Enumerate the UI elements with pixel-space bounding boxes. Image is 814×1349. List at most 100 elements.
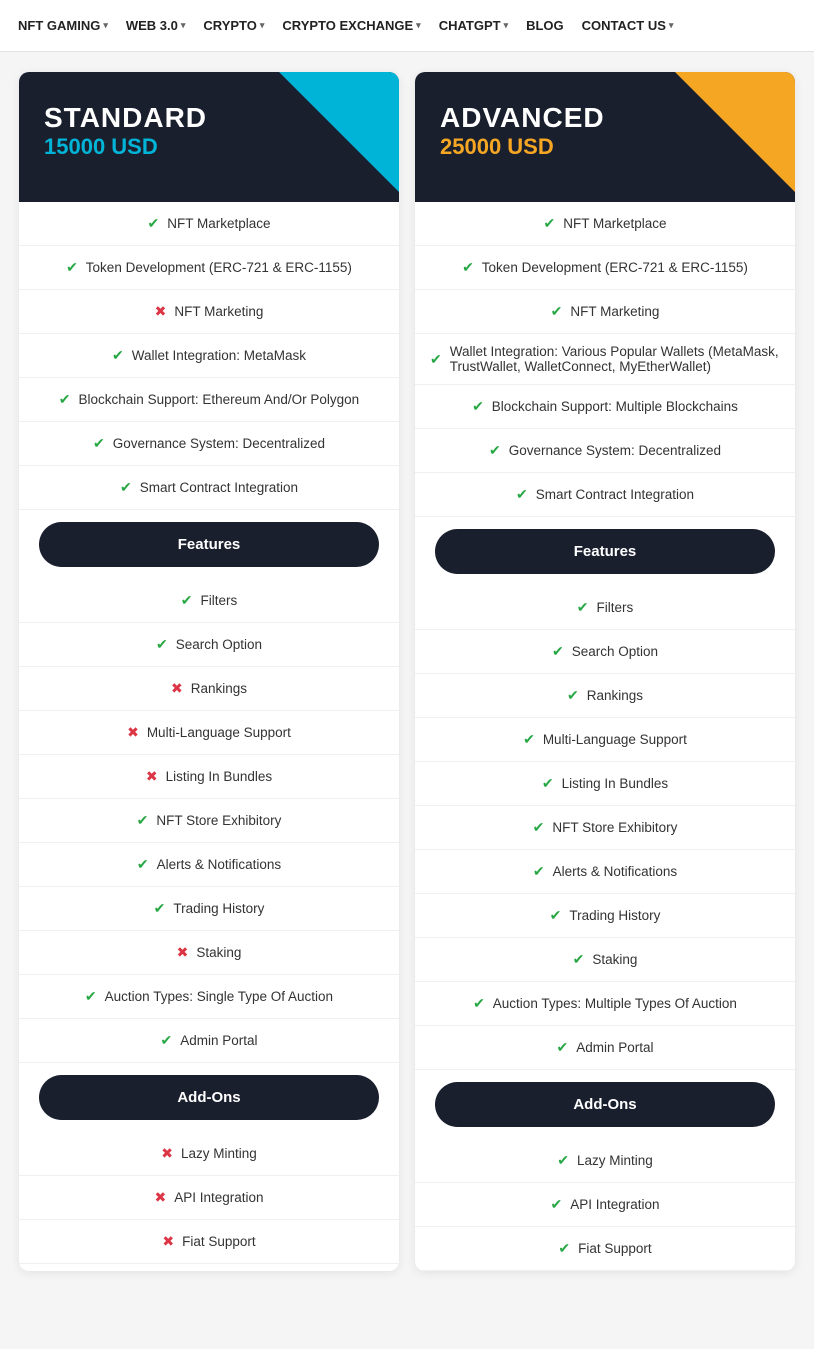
check-icon: ✔ [577, 599, 589, 616]
addons-list: ✔ Lazy Minting✔ API Integration ✔Fiat Suppo… [415, 1139, 795, 1271]
feature-text: NFT Store Exhibitory [552, 820, 677, 835]
feature-row: ✔Governance System: Decentralized [19, 422, 399, 466]
feature-row: ✖ Rankings [19, 667, 399, 711]
feature-row: ✔ NFT Store Exhibitory [19, 799, 399, 843]
feature-text: Listing In Bundles [166, 769, 273, 784]
feature-text: NFT Marketing [174, 304, 263, 319]
feature-row: ✔ Trading History [19, 887, 399, 931]
feature-text: Smart Contract Integration [140, 480, 298, 495]
core-feature-list: ✔NFT Marketplace✔Token Development (ERC-… [19, 202, 399, 510]
feature-row: ✔Filters [19, 579, 399, 623]
chevron-down-icon: ▾ [669, 20, 674, 31]
feature-row: ✔ NFT Store Exhibitory [415, 806, 795, 850]
feature-text: Admin Portal [180, 1033, 257, 1048]
feature-row: ✔Admin Portal [415, 1026, 795, 1070]
feature-text: Auction Types: Single Type Of Auction [105, 989, 333, 1004]
chevron-down-icon: ▾ [103, 20, 108, 31]
feature-row: ✔Blockchain Support: Multiple Blockchain… [415, 385, 795, 429]
cross-icon: ✖ [146, 768, 158, 785]
feature-text: Listing In Bundles [562, 776, 669, 791]
feature-row: ✔NFT Marketing [415, 290, 795, 334]
check-icon: ✔ [137, 812, 149, 829]
nav-item-contact[interactable]: CONTACT US ▾ [574, 12, 682, 39]
feature-row: ✖API Integration [19, 1176, 399, 1220]
feature-text: Trading History [173, 901, 264, 916]
cross-icon: ✖ [171, 680, 183, 697]
feature-row: ✔Token Development (ERC-721 & ERC-1155) [415, 246, 795, 290]
feature-text: Alerts & Notifications [553, 864, 678, 879]
nav-label-contact: CONTACT US [582, 18, 666, 33]
chevron-down-icon: ▾ [260, 20, 265, 31]
feature-row: ✖Staking [19, 931, 399, 975]
feature-row: ✔Filters [415, 586, 795, 630]
feature-row: ✔Token Development (ERC-721 & ERC-1155) [19, 246, 399, 290]
check-icon: ✔ [473, 995, 485, 1012]
check-icon: ✔ [557, 1152, 569, 1169]
features-list: ✔Filters✔Search Option✔Rankings✔Multi-La… [415, 586, 795, 1070]
nav-label-chatgpt: CHATGPT [439, 18, 501, 33]
feature-text: Smart Contract Integration [536, 487, 694, 502]
features-button[interactable]: Features [435, 529, 775, 574]
feature-text: Admin Portal [576, 1040, 653, 1055]
features-button[interactable]: Features [39, 522, 379, 567]
feature-row: ✔Wallet Integration: MetaMask [19, 334, 399, 378]
nav-item-chatgpt[interactable]: CHATGPT ▾ [431, 12, 516, 39]
feature-text: Fiat Support [578, 1241, 652, 1256]
check-icon: ✔ [85, 988, 97, 1005]
feature-row: ✖Fiat Support [19, 1220, 399, 1264]
nav-label-crypto-exchange: CRYPTO EXCHANGE [282, 18, 413, 33]
feature-text: Lazy Minting [577, 1153, 653, 1168]
feature-text: API Integration [570, 1197, 659, 1212]
feature-row: ✔Fiat Support [415, 1227, 795, 1271]
nav-label-crypto: CRYPTO [203, 18, 256, 33]
check-icon: ✔ [462, 259, 474, 276]
nav-item-crypto[interactable]: CRYPTO ▾ [195, 12, 272, 39]
feature-row: ✔NFT Marketplace [415, 202, 795, 246]
nav-item-nft-gaming[interactable]: NFT GAMING ▾ [10, 12, 116, 39]
chevron-down-icon: ▾ [416, 20, 421, 31]
feature-text: Trading History [569, 908, 660, 923]
cross-icon: ✖ [177, 944, 189, 961]
chevron-down-icon: ▾ [504, 20, 509, 31]
plan-price: 25000 USD [440, 134, 770, 160]
feature-row: ✔ Lazy Minting [415, 1139, 795, 1183]
feature-text: Auction Types: Multiple Types Of Auction [493, 996, 737, 1011]
feature-row: ✔Smart Contract Integration [415, 473, 795, 517]
cross-icon: ✖ [127, 724, 139, 741]
check-icon: ✔ [59, 391, 71, 408]
feature-text: Multi-Language Support [147, 725, 291, 740]
addons-list: ✖ Lazy Minting ✖API Integration✖Fiat Suppo… [19, 1132, 399, 1264]
feature-text: NFT Store Exhibitory [156, 813, 281, 828]
cross-icon: ✖ [162, 1233, 174, 1250]
addons-button[interactable]: Add-Ons [39, 1075, 379, 1120]
feature-text: Blockchain Support: Multiple Blockchains [492, 399, 738, 414]
feature-text: Blockchain Support: Ethereum And/Or Poly… [79, 392, 360, 407]
feature-text: Rankings [191, 681, 247, 696]
check-icon: ✔ [154, 900, 166, 917]
feature-text: Governance System: Decentralized [509, 443, 721, 458]
nav-item-blog[interactable]: BLOG [518, 12, 572, 39]
check-icon: ✔ [567, 687, 579, 704]
feature-row: ✔Rankings [415, 674, 795, 718]
feature-row: ✔Multi-Language Support [415, 718, 795, 762]
check-icon: ✔ [533, 819, 545, 836]
core-feature-list: ✔NFT Marketplace✔Token Development (ERC-… [415, 202, 795, 517]
nav-item-crypto-exchange[interactable]: CRYPTO EXCHANGE ▾ [274, 12, 428, 39]
feature-text: Token Development (ERC-721 & ERC-1155) [86, 260, 352, 275]
feature-row: ✖ Multi-Language Support [19, 711, 399, 755]
feature-row: ✔ Blockchain Support: Ethereum And/Or Pol… [19, 378, 399, 422]
check-icon: ✔ [147, 215, 159, 232]
feature-row: ✔Wallet Integration: Various Popular Wal… [415, 334, 795, 385]
feature-text: Lazy Minting [181, 1146, 257, 1161]
check-icon: ✔ [533, 863, 545, 880]
feature-row: ✔ Trading History [415, 894, 795, 938]
addons-button[interactable]: Add-Ons [435, 1082, 775, 1127]
cross-icon: ✖ [161, 1145, 173, 1162]
check-icon: ✔ [552, 643, 564, 660]
nav-item-web3[interactable]: WEB 3.0 ▾ [118, 12, 194, 39]
card-header-standard: STANDARD15000 USD [19, 72, 399, 202]
check-icon: ✔ [550, 907, 562, 924]
feature-text: Governance System: Decentralized [113, 436, 325, 451]
check-icon: ✔ [523, 731, 535, 748]
feature-text: Wallet Integration: Various Popular Wall… [450, 344, 780, 374]
